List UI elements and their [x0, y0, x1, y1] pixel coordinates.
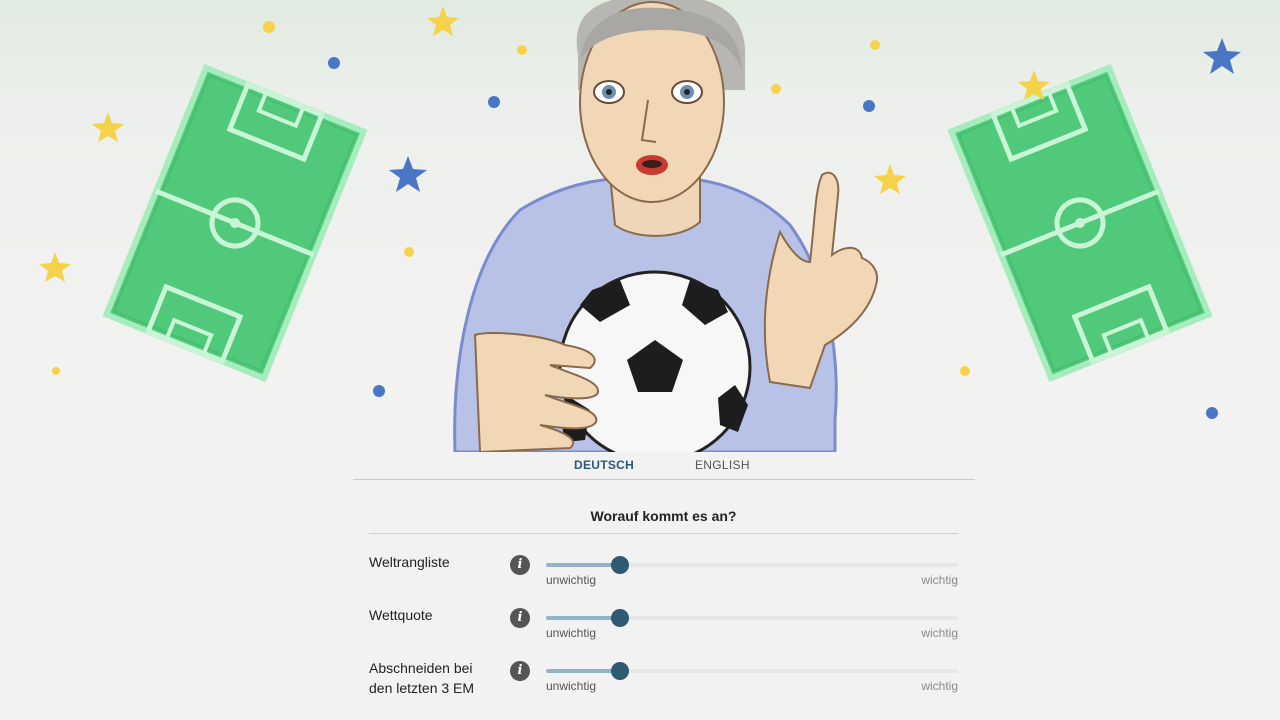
slider-min-label: unwichtig: [546, 626, 597, 640]
slider-label: Abschneiden bei den letzten 3 EM: [369, 660, 475, 696]
slider-label: Wettquote: [369, 607, 433, 623]
soccer-field-left-icon: [102, 63, 368, 383]
importance-slider[interactable]: [546, 658, 958, 684]
importance-slider[interactable]: [546, 605, 958, 631]
coach-figure: [453, 0, 878, 452]
slider-max-label: wichtig: [921, 573, 958, 587]
slider-min-label: unwichtig: [546, 679, 597, 693]
slider-thumb[interactable]: [611, 662, 630, 680]
slider-fill: [546, 616, 621, 620]
slider-min-label: unwichtig: [546, 573, 597, 587]
slider-max-label: wichtig: [921, 679, 958, 693]
info-icon[interactable]: i: [510, 555, 530, 575]
info-icon[interactable]: i: [510, 661, 530, 681]
slider-thumb[interactable]: [611, 609, 630, 627]
illustration-art: [39, 0, 1241, 452]
slider-max-label: wichtig: [921, 626, 958, 640]
tab-english[interactable]: ENGLISH: [695, 458, 750, 472]
slider-fill: [546, 669, 621, 673]
slider-thumb[interactable]: [611, 556, 630, 574]
divider: [369, 533, 958, 534]
tab-deutsch[interactable]: DEUTSCH: [574, 458, 634, 472]
info-icon[interactable]: i: [510, 608, 530, 628]
slider-row-weltrangliste: Weltrangliste i unwichtig wichtig: [369, 552, 958, 604]
hero-illustration: [0, 0, 1280, 452]
slider-row-wettquote: Wettquote i unwichtig wichtig: [369, 605, 958, 657]
slider-row-em-performance: Abschneiden bei den letzten 3 EM i unwic…: [369, 658, 958, 710]
language-tabs: DEUTSCH ENGLISH: [353, 452, 975, 480]
soccer-field-right-icon: [947, 63, 1213, 383]
section-title: Worauf kommt es an?: [590, 508, 737, 524]
slider-label: Weltrangliste: [369, 554, 450, 570]
slider-fill: [546, 563, 621, 567]
importance-slider[interactable]: [546, 552, 958, 578]
